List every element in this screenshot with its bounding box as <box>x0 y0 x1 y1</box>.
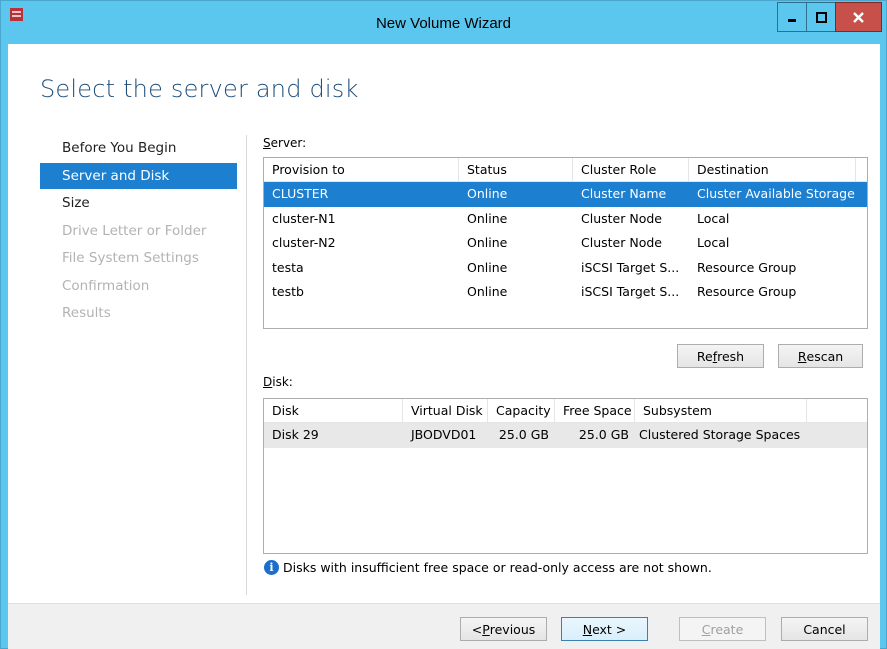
server-label-accel: S <box>263 136 271 150</box>
disk-cell: 25.0 GB <box>498 427 549 442</box>
title-bar[interactable]: New Volume Wizard <box>1 1 886 45</box>
previous-label-pre: < <box>471 621 483 637</box>
server-cell: Cluster Node <box>581 210 662 226</box>
server-cell: iSCSI Target S... <box>581 259 680 275</box>
server-row[interactable]: testa Online iSCSI Target S... Resource … <box>264 256 867 281</box>
column-header-status[interactable]: Status <box>459 158 573 181</box>
column-header-disk[interactable]: Disk <box>264 399 403 422</box>
column-header-provision-to[interactable]: Provision to <box>264 158 459 181</box>
server-cell: Resource Group <box>697 259 797 275</box>
info-icon: i <box>264 560 279 575</box>
server-list[interactable]: Provision to Status Cluster Role Destina… <box>263 157 868 329</box>
create-label-accel: C <box>701 621 711 637</box>
server-list-header: Provision to Status Cluster Role Destina… <box>264 158 867 182</box>
disk-label-accel: D <box>263 375 273 389</box>
server-row[interactable]: testb Online iSCSI Target S... Resource … <box>264 280 867 305</box>
info-message: i Disks with insufficient free space or … <box>264 560 712 575</box>
page-title: Select the server and disk <box>40 75 359 103</box>
nav-step-size[interactable]: Size <box>40 190 237 216</box>
nav-step-file-system: File System Settings <box>62 250 199 266</box>
column-header-cluster-role[interactable]: Cluster Role <box>573 158 689 181</box>
maximize-icon <box>815 11 827 23</box>
previous-button[interactable]: < Previous <box>460 617 547 641</box>
server-cell: Cluster Available Storage <box>697 186 855 201</box>
server-cell: testb <box>272 284 304 299</box>
refresh-label-pre: Re <box>696 348 713 364</box>
column-header-destination[interactable]: Destination <box>689 158 856 181</box>
disk-row[interactable]: Disk 29 JBODVD01 25.0 GB 25.0 GB Cluster… <box>264 423 867 448</box>
disk-label: Disk: <box>263 375 293 389</box>
wizard-window: New Volume Wizard Select the server and … <box>0 0 887 649</box>
wizard-content: Select the server and disk Before You Be… <box>8 44 880 649</box>
column-header-subsystem[interactable]: Subsystem <box>635 399 807 422</box>
wizard-steps-nav: Before You Begin Server and Disk Size Dr… <box>40 135 237 328</box>
minimize-button[interactable] <box>777 2 807 32</box>
server-cell: Cluster Node <box>581 235 662 250</box>
server-cell: Online <box>467 284 508 299</box>
previous-label-post: revious <box>489 621 536 637</box>
server-cell: Online <box>467 259 508 275</box>
server-cell: Online <box>467 235 508 250</box>
disk-cell: Disk 29 <box>272 427 319 442</box>
disk-cell: 25.0 GB <box>578 427 629 442</box>
server-cell: Local <box>697 235 730 250</box>
server-cell: cluster-N1 <box>272 210 336 226</box>
next-label-accel: N <box>582 621 593 637</box>
server-cell: Local <box>697 210 730 226</box>
next-label-post: ext > <box>592 621 627 637</box>
server-cell: Resource Group <box>697 284 797 299</box>
maximize-button[interactable] <box>806 2 836 32</box>
server-cell: Cluster Name <box>581 186 667 201</box>
server-row[interactable]: cluster-N1 Online Cluster Node Local <box>264 207 867 232</box>
window-title: New Volume Wizard <box>375 15 512 32</box>
close-button[interactable] <box>835 2 882 32</box>
refresh-label-post: resh <box>717 348 745 364</box>
wizard-footer: < Previous Next > Create Cancel <box>8 603 880 649</box>
column-header-capacity[interactable]: Capacity <box>488 399 555 422</box>
disk-list[interactable]: Disk Virtual Disk Capacity Free Space Su… <box>263 398 868 554</box>
server-cell: CLUSTER <box>272 186 329 201</box>
nav-step-confirmation: Confirmation <box>62 277 150 294</box>
nav-step-results: Results <box>62 305 111 321</box>
rescan-label-post: escan <box>806 348 844 364</box>
nav-step-before-you-begin[interactable]: Before You Begin <box>40 135 237 161</box>
server-cell: iSCSI Target S... <box>581 284 680 299</box>
disk-cell: JBODVD01 <box>411 427 477 442</box>
disk-list-header: Disk Virtual Disk Capacity Free Space Su… <box>264 399 867 423</box>
server-cell: Online <box>467 210 508 226</box>
rescan-button[interactable]: Rescan <box>778 344 863 368</box>
refresh-button[interactable]: Re f resh <box>677 344 764 368</box>
nav-step-drive-letter: Drive Letter or Folder <box>62 222 207 239</box>
column-header-filler <box>807 399 867 422</box>
create-label-post: reate <box>710 621 744 637</box>
disk-label-rest: isk: <box>272 375 293 389</box>
server-label: Server: <box>263 136 306 150</box>
column-header-free-space[interactable]: Free Space <box>555 399 635 422</box>
server-cell: Online <box>467 186 508 201</box>
server-row[interactable]: cluster-N2 Online Cluster Node Local <box>264 231 867 256</box>
create-button: Create <box>679 617 766 641</box>
next-button[interactable]: Next > <box>561 617 648 641</box>
column-header-virtual-disk[interactable]: Virtual Disk <box>403 399 488 422</box>
nav-divider <box>246 135 247 595</box>
server-row[interactable]: CLUSTER Online Cluster Name Cluster Avai… <box>264 182 867 207</box>
cancel-button[interactable]: Cancel <box>781 617 868 641</box>
server-cell: cluster-N2 <box>272 235 336 250</box>
server-label-rest: erver: <box>270 136 307 150</box>
previous-label-accel: P <box>482 621 490 637</box>
disk-cell: Clustered Storage Spaces <box>639 427 801 442</box>
nav-step-server-and-disk[interactable]: Server and Disk <box>40 162 237 189</box>
column-header-filler <box>856 158 867 181</box>
info-text: Disks with insufficient free space or re… <box>283 560 712 575</box>
close-icon <box>853 11 864 23</box>
minimize-icon <box>788 19 796 22</box>
rescan-label-accel: R <box>797 348 807 364</box>
server-cell: testa <box>272 259 304 275</box>
